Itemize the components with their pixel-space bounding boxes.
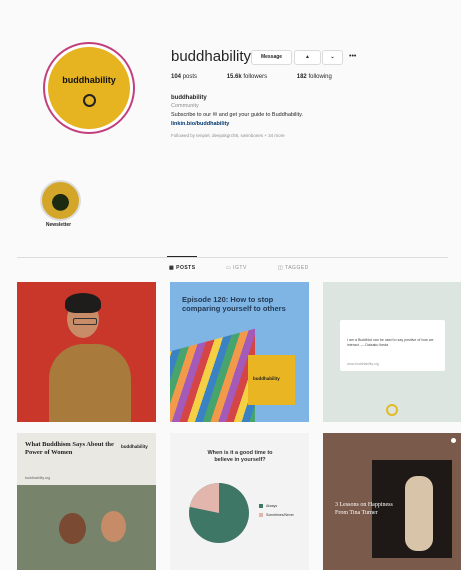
person-jacket — [49, 344, 131, 422]
avatar-brand-text: buddhability — [62, 75, 116, 85]
sun-icon — [83, 94, 96, 107]
dropdown-button[interactable]: ⌄ — [322, 50, 343, 65]
article-title: What Buddhism Says About the Power of Wo… — [25, 441, 114, 456]
quote-url: www.buddhability.org — [347, 362, 379, 366]
posts-stat: 104 posts — [171, 74, 198, 80]
tab-posts[interactable]: ▦ POSTS — [169, 265, 196, 271]
post-tile-portrait[interactable] — [17, 282, 156, 422]
story-highlight[interactable] — [40, 180, 81, 221]
profile-avatar[interactable]: buddhability — [45, 44, 133, 132]
following-stat[interactable]: 182 following — [297, 74, 346, 80]
post-tile-article[interactable]: What Buddhism Says About the Power of Wo… — [17, 433, 156, 570]
article-byline: buddhability.org — [25, 476, 51, 480]
post-tile-quote[interactable]: I am a Buddhist can be used to say posit… — [323, 282, 461, 422]
bio-name: buddhability — [171, 95, 207, 101]
tab-tagged[interactable]: ◫ TAGGED — [278, 265, 309, 271]
woman-face-left — [59, 513, 86, 544]
tab-igtv[interactable]: ▭ IGTV — [226, 265, 247, 271]
person-hair — [65, 293, 101, 313]
username: buddhability — [171, 48, 252, 65]
message-button[interactable]: Message — [251, 50, 292, 65]
bio-line: Subscribe to our ✉ and get your guide to… — [171, 112, 304, 118]
glasses-icon — [73, 318, 97, 325]
profile-stats: 104 posts 15.6k followers 182 following — [171, 74, 360, 80]
poll-question: When is it a good time to believe in you… — [207, 450, 273, 463]
tabs-divider — [17, 257, 448, 258]
multi-image-icon — [451, 438, 456, 443]
bio-category: Community — [171, 103, 199, 109]
follow-button[interactable]: ▲ — [294, 50, 321, 65]
bio-link[interactable]: linkin.bio/buddhability — [171, 121, 229, 127]
performer-figure — [405, 476, 433, 551]
highlight-label: Newsletter — [45, 222, 72, 228]
article-brand: buddhability — [121, 444, 148, 449]
tina-turner-title: 3 Lessons on Happiness From Tina Turner — [335, 502, 393, 516]
followers-stat[interactable]: 15.6k followers — [227, 74, 281, 80]
pie-legend: Always Sometimes/Never — [259, 502, 294, 520]
episode-title: Episode 120: How to stop comparing yours… — [182, 295, 286, 313]
active-tab-indicator — [167, 256, 197, 257]
followed-by[interactable]: Followed by tenpiel, deepakgrch8, swimbo… — [171, 133, 285, 138]
colorful-pattern — [170, 328, 255, 422]
brand-badge-text: buddhability — [253, 376, 280, 381]
two-women-photo — [17, 485, 156, 570]
post-tile-episode[interactable]: Episode 120: How to stop comparing yours… — [170, 282, 309, 422]
sun-icon — [386, 404, 398, 416]
post-tile-tina-turner[interactable]: 3 Lessons on Happiness From Tina Turner — [323, 433, 461, 570]
quote-text: I am a Buddhist can be used to say posit… — [347, 338, 434, 347]
pie-chart — [189, 483, 249, 543]
post-tile-poll[interactable]: When is it a good time to believe in you… — [170, 433, 309, 570]
woman-face-right — [101, 511, 126, 542]
tagged-icon: ◫ — [278, 265, 286, 271]
more-options-icon[interactable]: ••• — [349, 50, 356, 63]
